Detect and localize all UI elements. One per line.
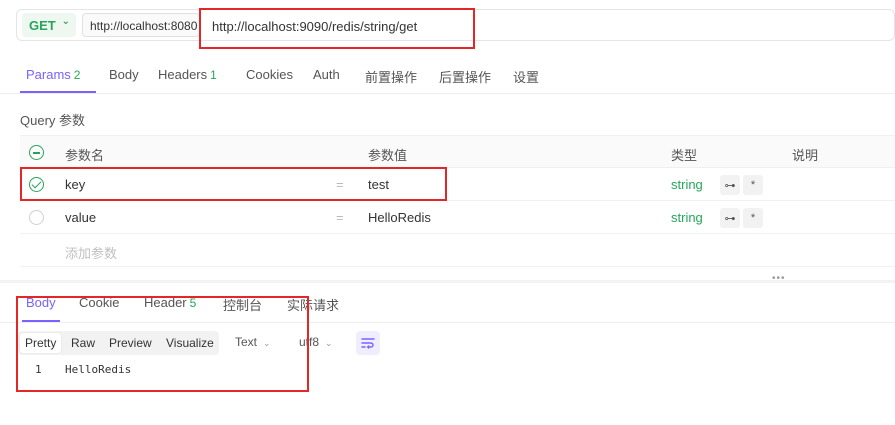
tab-response-body[interactable]: Body: [26, 295, 56, 310]
param-type[interactable]: string: [671, 177, 703, 192]
wrap-icon-svg: [361, 338, 375, 349]
equals-sign: =: [336, 210, 344, 225]
headers-count: 1: [210, 68, 217, 82]
tab-body[interactable]: Body: [109, 67, 139, 82]
active-response-tab-indicator: [22, 320, 60, 322]
tab-pre-actions[interactable]: 前置操作: [365, 67, 417, 86]
add-param-input[interactable]: 添加参数: [65, 243, 117, 262]
required-icon[interactable]: *: [743, 208, 763, 228]
tab-console[interactable]: 控制台: [223, 295, 262, 314]
response-tab-bar: Body Cookie Header 5 控制台 实际请求: [0, 287, 895, 323]
param-type[interactable]: string: [671, 210, 703, 225]
response-body-text: HelloRedis: [65, 363, 132, 376]
param-name[interactable]: value: [65, 210, 96, 225]
chevron-down-icon: ⌄: [263, 338, 271, 348]
col-header-value: 参数值: [368, 148, 408, 163]
table-row: key = test string ⊶ *: [20, 168, 895, 201]
link-icon[interactable]: ⊶: [720, 208, 740, 228]
row-checkbox[interactable]: [29, 177, 44, 192]
link-icon[interactable]: ⊶: [720, 175, 740, 195]
method-label: GET: [29, 17, 56, 33]
tab-post-actions[interactable]: 后置操作: [439, 67, 491, 86]
tab-response-cookie[interactable]: Cookie: [79, 295, 119, 310]
encoding-select[interactable]: utf8 ⌄: [299, 335, 333, 349]
params-count: 2: [73, 68, 81, 82]
view-mode-segmented: Pretty Raw Preview Visualize: [18, 331, 219, 355]
chevron-down-icon: ⌄: [325, 338, 333, 348]
method-select[interactable]: GET ⌄: [22, 13, 76, 37]
col-header-type: 类型: [671, 148, 698, 163]
required-icon[interactable]: *: [743, 175, 763, 195]
tab-response-header[interactable]: Header 5: [144, 295, 196, 310]
row-checkbox[interactable]: [29, 210, 44, 225]
tab-headers[interactable]: Headers 1: [158, 67, 217, 82]
tab-settings[interactable]: 设置: [513, 67, 539, 86]
base-url-field[interactable]: http://localhost:8080: [82, 13, 200, 37]
chevron-down-icon: ⌄: [61, 16, 70, 27]
line-number: 1: [35, 363, 42, 376]
add-param-row: 添加参数: [20, 234, 895, 267]
col-header-name: 参数名: [65, 148, 105, 163]
panel-splitter[interactable]: [0, 280, 895, 283]
param-value[interactable]: HelloRedis: [368, 210, 431, 225]
view-preview-button[interactable]: Preview: [104, 333, 157, 353]
table-row: value = HelloRedis string ⊶ *: [20, 201, 895, 234]
tab-cookies[interactable]: Cookies: [246, 67, 293, 82]
param-value[interactable]: test: [368, 177, 389, 192]
response-header-count: 5: [189, 296, 197, 310]
wrap-lines-icon[interactable]: [356, 331, 380, 355]
query-params-title: Query 参数: [20, 113, 86, 128]
active-tab-indicator: [20, 91, 96, 93]
url-input[interactable]: http://localhost:9090/redis/string/get: [212, 19, 417, 34]
drag-handle-icon[interactable]: •••: [772, 273, 786, 284]
equals-sign: =: [336, 177, 344, 192]
request-tab-bar: Params 2 Body Headers 1 Cookies Auth 前置操作 …: [0, 58, 895, 94]
format-type-select[interactable]: Text ⌄: [235, 335, 271, 349]
view-visualize-button[interactable]: Visualize: [161, 333, 219, 353]
view-pretty-button[interactable]: Pretty: [20, 333, 62, 353]
select-all-checkbox[interactable]: [29, 145, 44, 160]
col-header-desc: 说明: [792, 148, 819, 163]
param-name[interactable]: key: [65, 177, 85, 192]
params-table-header: 参数名 参数值 类型 说明: [20, 135, 895, 168]
tab-auth[interactable]: Auth: [313, 67, 340, 82]
tab-params[interactable]: Params 2: [26, 67, 80, 82]
tab-actual-request[interactable]: 实际请求: [287, 295, 339, 314]
view-raw-button[interactable]: Raw: [66, 333, 100, 353]
